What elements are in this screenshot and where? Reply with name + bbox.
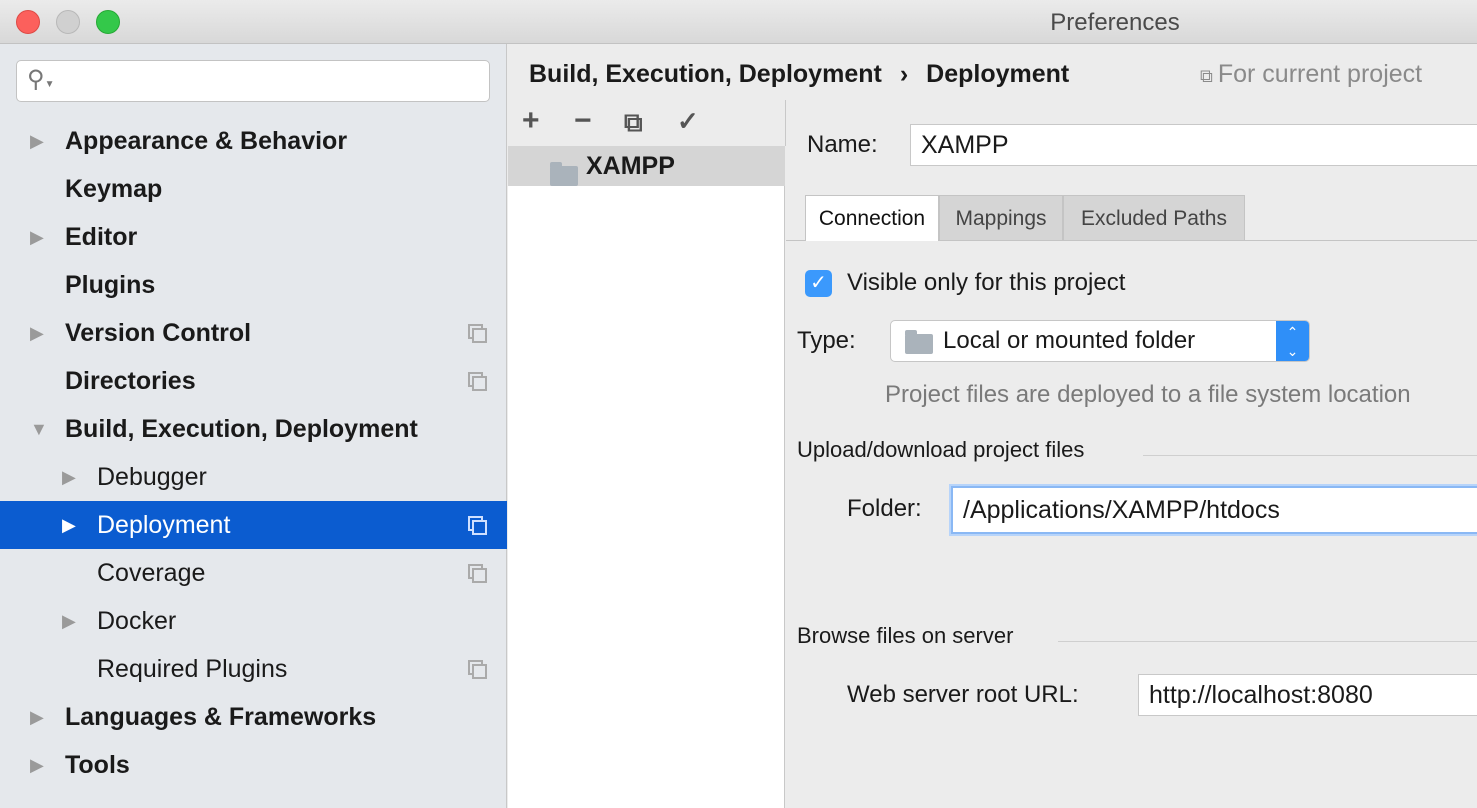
sidebar-item-build-execution-deployment[interactable]: ▼ Build, Execution, Deployment [0, 405, 507, 453]
sidebar-item-plugins[interactable]: Plugins [0, 261, 507, 309]
search-input[interactable]: ⚲▼ [16, 60, 490, 102]
sidebar-item-label: Version Control [65, 319, 252, 347]
folder-label: Folder: [847, 495, 922, 522]
sidebar-item-label: Debugger [97, 463, 207, 491]
tab-connection[interactable]: Connection [805, 195, 939, 241]
type-value: Local or mounted folder [943, 327, 1196, 354]
upload-section-title: Upload/download project files [797, 437, 1085, 462]
sidebar-item-deployment[interactable]: ▶ Deployment [0, 501, 507, 549]
chevron-right-icon[interactable]: ▶ [30, 117, 44, 165]
chevron-right-icon[interactable]: ▶ [30, 309, 44, 357]
chevron-right-icon[interactable]: ▶ [62, 453, 76, 501]
sidebar-item-label: Editor [65, 223, 138, 251]
project-scope-icon [468, 324, 487, 343]
breadcrumb-separator: › [899, 60, 909, 88]
chevron-down-icon[interactable]: ▼ [30, 405, 48, 453]
sidebar-item-editor[interactable]: ▶ Editor [0, 213, 507, 261]
project-scope-icon [468, 564, 487, 583]
project-scope-icon [468, 660, 487, 679]
divider [785, 100, 786, 146]
sidebar-item-docker[interactable]: ▶ Docker [0, 597, 507, 645]
sidebar-item-coverage[interactable]: Coverage [0, 549, 507, 597]
type-hint: Project files are deployed to a file sys… [885, 381, 1411, 408]
visible-label: Visible only for this project [847, 269, 1126, 296]
title-bar: Preferences [0, 0, 1477, 44]
search-icon: ⚲▼ [27, 66, 55, 93]
project-scope-icon [468, 516, 487, 535]
name-input[interactable]: XAMPP [910, 124, 1477, 166]
sidebar-item-languages-frameworks[interactable]: ▶ Languages & Frameworks [0, 693, 507, 741]
sidebar-item-label: Appearance & Behavior [65, 127, 348, 155]
breadcrumb: Build, Execution, Deployment › Deployment [529, 60, 1087, 89]
sidebar-item-directories[interactable]: Directories [0, 357, 507, 405]
url-label: Web server root URL: [847, 681, 1079, 708]
folder-input[interactable]: /Applications/XAMPP/htdocs [951, 486, 1477, 534]
folder-icon [905, 330, 933, 354]
remove-icon[interactable]: − [574, 104, 592, 138]
url-input[interactable]: http://localhost:8080 [1138, 674, 1477, 716]
scope-text: For current project [1217, 60, 1423, 88]
server-list-item[interactable]: XAMPP [508, 146, 785, 186]
breadcrumb-parent[interactable]: Build, Execution, Deployment [529, 60, 882, 88]
name-label: Name: [807, 131, 878, 158]
sidebar-item-label: Tools [65, 751, 130, 779]
sidebar-item-label: Keymap [65, 175, 163, 203]
chevron-right-icon[interactable]: ▶ [62, 501, 76, 549]
tab-excluded-paths[interactable]: Excluded Paths [1063, 195, 1245, 241]
sidebar-item-label: Required Plugins [97, 655, 288, 683]
sidebar-item-label: Build, Execution, Deployment [65, 415, 418, 443]
sidebar-item-label: Docker [97, 607, 177, 635]
chevron-updown-icon: ⌃ ⌄ [1276, 321, 1309, 361]
scope-label: ⧉ For current project [1200, 60, 1422, 89]
window-title: Preferences [1050, 9, 1180, 36]
server-list [508, 146, 785, 808]
sidebar-item-tools[interactable]: ▶ Tools [0, 741, 507, 789]
chevron-right-icon[interactable]: ▶ [30, 741, 44, 789]
copy-icon[interactable]: ⧉ [624, 107, 643, 139]
browse-section-title: Browse files on server [797, 623, 1014, 648]
chevron-right-icon[interactable]: ▶ [30, 213, 44, 261]
chevron-right-icon[interactable]: ▶ [30, 693, 44, 741]
chevron-right-icon[interactable]: ▶ [62, 597, 76, 645]
sidebar-item-label: Languages & Frameworks [65, 703, 377, 731]
type-select[interactable]: Local or mounted folder ⌃ ⌄ [890, 320, 1310, 362]
server-name: XAMPP [586, 152, 675, 180]
visible-checkbox[interactable]: ✓ [805, 270, 832, 297]
add-icon[interactable]: + [522, 104, 540, 138]
sidebar-item-required-plugins[interactable]: Required Plugins [0, 645, 507, 693]
sidebar-item-label: Deployment [97, 511, 231, 539]
sidebar-item-appearance-behavior[interactable]: ▶ Appearance & Behavior [0, 117, 507, 165]
sidebar-item-keymap[interactable]: Keymap [0, 165, 507, 213]
project-scope-icon [468, 372, 487, 391]
folder-icon [550, 162, 578, 186]
type-label: Type: [797, 327, 856, 354]
set-default-icon[interactable]: ✓ [677, 106, 699, 137]
copy-icon: ⧉ [1200, 66, 1218, 86]
sidebar-item-label: Coverage [97, 559, 206, 587]
breadcrumb-current: Deployment [926, 60, 1070, 88]
sidebar-item-label: Directories [65, 367, 196, 395]
sidebar-item-label: Plugins [65, 271, 156, 299]
sidebar-item-version-control[interactable]: ▶ Version Control [0, 309, 507, 357]
settings-sidebar: ⚲▼ ▶ Appearance & Behavior Keymap ▶ Editor Pl… [0, 44, 507, 808]
sidebar-item-debugger[interactable]: ▶ Debugger [0, 453, 507, 501]
tab-mappings[interactable]: Mappings [939, 195, 1063, 241]
